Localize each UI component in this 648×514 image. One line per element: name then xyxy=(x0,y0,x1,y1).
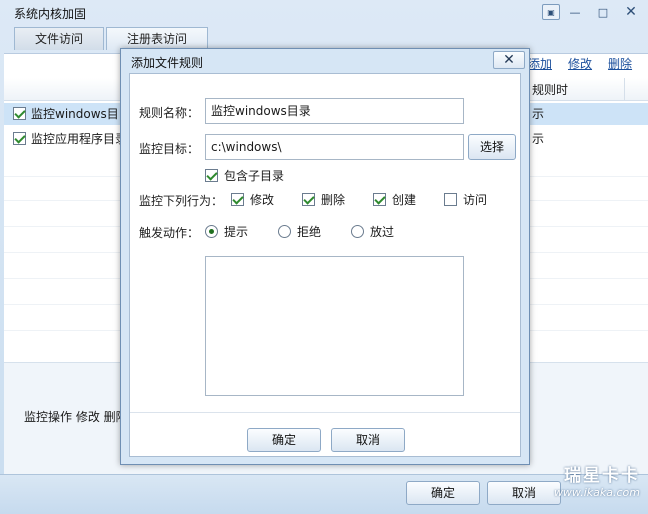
window-title: 系统内核加固 xyxy=(14,7,87,21)
action-delete-checkbox[interactable] xyxy=(302,193,315,206)
window-controls: ▣ — □ ✕ xyxy=(542,2,644,22)
action-create-label: 创建 xyxy=(392,193,417,207)
delete-rule-link[interactable]: 删除 xyxy=(608,55,632,72)
action-access-option[interactable]: 访问 xyxy=(444,191,487,208)
include-subdirs-checkbox[interactable] xyxy=(205,169,218,182)
watermark-brand: 瑞星卡卡 xyxy=(564,466,640,486)
trigger-label: 触发动作： xyxy=(139,226,200,240)
rule-name: 监控windows目 xyxy=(31,107,119,121)
column-header-time[interactable]: 规则时 xyxy=(532,81,568,98)
action-modify-checkbox[interactable] xyxy=(231,193,244,206)
rule-toolbar: 添加 修改 删除 xyxy=(528,55,632,72)
footer-bar: 确定 取消 xyxy=(0,474,648,514)
trigger-prompt-option[interactable]: 提示 xyxy=(205,223,248,240)
rule-enable-checkbox[interactable] xyxy=(13,132,26,145)
include-subdirs-option[interactable]: 包含子目录 xyxy=(205,167,284,184)
trigger-prompt-label: 提示 xyxy=(224,225,249,239)
dialog-title: 添加文件规则 xyxy=(131,56,204,70)
tab-registry-access[interactable]: 注册表访问 xyxy=(106,27,209,50)
tab-file-access[interactable]: 文件访问 xyxy=(14,27,105,50)
watermark-url: www.ikaka.com xyxy=(553,486,640,499)
rule-enable-checkbox[interactable] xyxy=(13,107,26,120)
column-divider xyxy=(624,78,625,100)
action-delete-label: 删除 xyxy=(321,193,346,207)
action-create-option[interactable]: 创建 xyxy=(373,191,416,208)
action-delete-option[interactable]: 删除 xyxy=(302,191,345,208)
add-rule-link[interactable]: 添加 xyxy=(528,55,552,72)
cancel-button[interactable]: 取消 xyxy=(487,481,561,505)
dialog-close-button[interactable]: ✕ xyxy=(493,51,525,69)
action-modify-label: 修改 xyxy=(250,193,275,207)
rule-name: 监控应用程序目录 xyxy=(31,132,128,146)
trigger-allow-radio[interactable] xyxy=(351,225,364,238)
target-path-input[interactable]: c:\windows\ xyxy=(205,134,464,160)
minimize-button[interactable]: — xyxy=(562,2,588,22)
close-button[interactable]: ✕ xyxy=(618,2,644,22)
rule-name-input[interactable]: 监控windows目录 xyxy=(205,98,464,124)
trigger-deny-label: 拒绝 xyxy=(297,225,322,239)
action-modify-option[interactable]: 修改 xyxy=(231,191,274,208)
rule-time: 示 xyxy=(532,107,545,121)
watermark: 瑞星卡卡 www.ikaka.com xyxy=(554,461,640,499)
trigger-deny-option[interactable]: 拒绝 xyxy=(278,223,321,240)
maximize-button[interactable]: □ xyxy=(590,2,616,22)
trigger-allow-option[interactable]: 放过 xyxy=(351,223,394,240)
ok-button[interactable]: 确定 xyxy=(406,481,480,505)
add-file-rule-dialog: 添加文件规则 ✕ 规则名称： 监控windows目录 监控目标： c:\wind… xyxy=(120,48,530,465)
action-access-checkbox[interactable] xyxy=(444,193,457,206)
trigger-allow-label: 放过 xyxy=(370,225,395,239)
action-access-label: 访问 xyxy=(463,193,488,207)
dialog-cancel-button[interactable]: 取消 xyxy=(331,428,405,452)
rule-detail-text: 监控操作 修改 删除 xyxy=(24,410,128,424)
window-menu-button[interactable]: ▣ xyxy=(542,4,560,20)
browse-button[interactable]: 选择 xyxy=(468,134,516,160)
action-create-checkbox[interactable] xyxy=(373,193,386,206)
dialog-divider xyxy=(130,412,520,413)
dialog-ok-button[interactable]: 确定 xyxy=(247,428,321,452)
target-label: 监控目标： xyxy=(139,142,200,156)
close-icon: ✕ xyxy=(503,52,515,68)
tab-bar: 文件访问 注册表访问 xyxy=(14,27,210,50)
dialog-body: 规则名称： 监控windows目录 监控目标： c:\windows\ 选择 包… xyxy=(129,73,521,457)
rule-time: 示 xyxy=(532,132,545,146)
actions-label: 监控下列行为： xyxy=(139,194,224,208)
rule-description-textarea[interactable] xyxy=(205,256,464,396)
edit-rule-link[interactable]: 修改 xyxy=(568,55,592,72)
include-subdirs-label: 包含子目录 xyxy=(224,169,285,183)
trigger-prompt-radio[interactable] xyxy=(205,225,218,238)
rule-name-label: 规则名称： xyxy=(139,106,200,120)
trigger-deny-radio[interactable] xyxy=(278,225,291,238)
